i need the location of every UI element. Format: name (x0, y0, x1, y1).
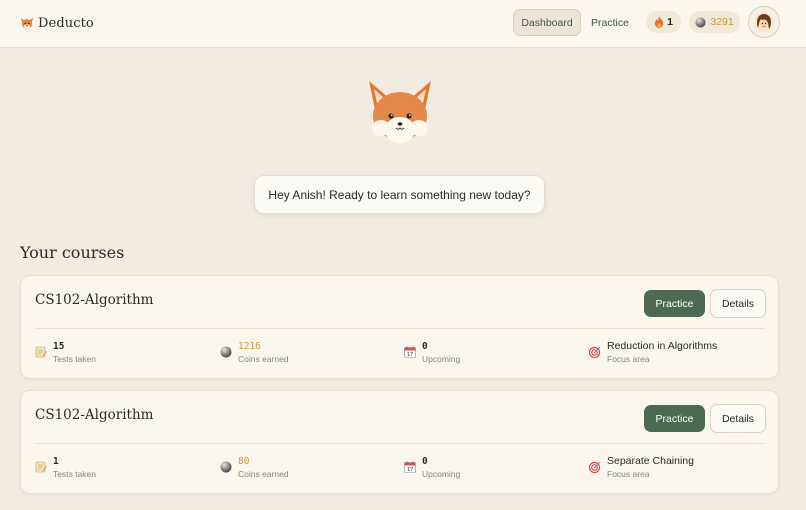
top-bar: Deducto Dashboard Practice 1 3291 (0, 0, 806, 48)
stat-value: 1216 (238, 341, 261, 352)
fire-icon (655, 16, 664, 28)
notepad-icon (35, 461, 47, 473)
coin-icon (220, 461, 232, 473)
course-card: CS102-Algorithm Practice Details 1 Tests… (20, 390, 779, 494)
coin-icon (695, 17, 706, 27)
target-icon (589, 461, 601, 473)
user-avatar-icon (754, 12, 774, 32)
stat-label: Coins earned (238, 469, 289, 479)
calendar-icon: 17 (404, 346, 416, 358)
coins-count: 3291 (710, 16, 734, 28)
stat-value: 0 (422, 456, 428, 467)
coin-icon (220, 346, 232, 358)
svg-text:17: 17 (407, 467, 413, 473)
stat-value: 0 (422, 341, 428, 352)
course-card: CS102-Algorithm Practice Details 15 Test… (20, 275, 779, 379)
stat-label: Upcoming (422, 469, 461, 479)
stat-label: Upcoming (422, 354, 461, 364)
stat-label: Tests taken (53, 469, 96, 479)
stat-label: Tests taken (53, 354, 96, 364)
stat-label: Coins earned (238, 354, 289, 364)
divider (35, 328, 765, 329)
brand[interactable]: Deducto (20, 13, 94, 33)
practice-button[interactable]: Practice (644, 405, 705, 432)
fox-icon (20, 17, 34, 29)
nav-dashboard[interactable]: Dashboard (513, 9, 581, 36)
svg-text:17: 17 (407, 352, 413, 358)
streak-badge[interactable]: 1 (646, 11, 681, 33)
course-title: CS102-Algorithm (35, 292, 154, 308)
calendar-icon: 17 (404, 461, 416, 473)
stat-label: Focus area (607, 354, 650, 364)
stat-value: 1 (53, 456, 59, 467)
practice-button[interactable]: Practice (644, 290, 705, 317)
divider (35, 443, 765, 444)
course-title: CS102-Algorithm (35, 407, 154, 423)
streak-count: 1 (667, 16, 673, 28)
stat-label: Focus area (607, 469, 650, 479)
details-button[interactable]: Details (710, 289, 766, 318)
details-button[interactable]: Details (710, 404, 766, 433)
fox-mascot-icon (369, 81, 431, 143)
stat-value: 80 (238, 456, 250, 467)
brand-name: Deducto (38, 15, 94, 31)
stat-value: Reduction in Algorithms (607, 340, 718, 352)
section-title: Your courses (20, 243, 125, 262)
stat-value: 15 (53, 341, 65, 352)
greeting-bubble: Hey Anish! Ready to learn something new … (254, 175, 545, 214)
stat-value: Separate Chaining (607, 455, 694, 467)
nav-practice[interactable]: Practice (586, 9, 634, 36)
target-icon (589, 346, 601, 358)
coins-badge[interactable]: 3291 (689, 11, 740, 33)
notepad-icon (35, 346, 47, 358)
avatar[interactable] (748, 6, 780, 38)
